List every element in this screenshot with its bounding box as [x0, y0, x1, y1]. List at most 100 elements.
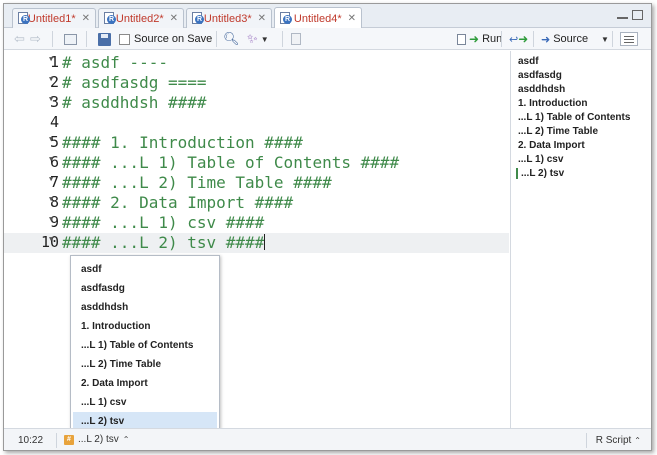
find-replace-button[interactable]: 🔍︎ [223, 31, 240, 47]
forward-button[interactable]: ⇨ [30, 31, 41, 47]
toolbar-divider [86, 31, 87, 47]
status-bar: 10:22 # ...L 2) tsv ⌃ R Script ⌃ [4, 428, 651, 450]
popup-item[interactable]: asdfasdg [73, 279, 217, 298]
source-button[interactable]: ➜ Source [540, 31, 589, 47]
tab-label: Untitled1* [27, 12, 76, 25]
outline-item[interactable]: ...L 2) Time Table [518, 126, 598, 137]
fold-toggle-icon[interactable]: ▼ [49, 75, 53, 83]
close-icon[interactable]: ✕ [82, 13, 90, 24]
outline-item[interactable]: asdf [518, 56, 539, 67]
status-divider [586, 433, 587, 448]
source-on-save-label: Source on Save [134, 33, 213, 45]
document-outline-button[interactable] [620, 31, 638, 47]
chevron-down-icon: ▼ [260, 34, 269, 44]
tab-untitled4[interactable]: R Untitled4* ✕ [274, 7, 362, 29]
popup-item[interactable]: ...L 2) Time Table [73, 355, 217, 374]
chevron-down-icon: ▼ [601, 34, 609, 44]
fold-toggle-icon[interactable]: ▼ [49, 175, 53, 183]
code-text: #### ...L 2) Time Table #### [62, 173, 332, 192]
source-on-save-checkbox[interactable] [119, 33, 130, 45]
run-arrow-icon: ➜ [469, 32, 480, 46]
toolbar-divider [533, 31, 534, 47]
code-tools-button[interactable]: ✨︎ ▼ [247, 31, 269, 47]
code-text: #### 1. Introduction #### [62, 133, 303, 152]
outline-item[interactable]: asdfasdg [518, 70, 562, 81]
fold-toggle-icon[interactable]: ▼ [49, 235, 53, 243]
source-label: Source [553, 33, 589, 45]
outline-item[interactable]: ...L 1) Table of Contents [518, 112, 630, 123]
search-icon: 🔍︎ [223, 31, 240, 46]
close-icon[interactable]: ✕ [258, 13, 266, 24]
outline-item[interactable]: ...L 1) csv [518, 154, 563, 165]
scope-label: ...L 2) tsv [78, 434, 119, 445]
r-script-icon: R [280, 12, 292, 25]
code-line-current[interactable]: 10 ▼ #### ...L 2) tsv #### [4, 233, 509, 253]
close-icon[interactable]: ✕ [348, 13, 356, 24]
code-line[interactable]: 9 ▼ #### ...L 1) csv #### [4, 213, 509, 233]
scope-navigator[interactable]: # ...L 2) tsv ⌃ [64, 434, 129, 445]
code-line[interactable]: 3 ▼ # asddhdsh #### [4, 93, 509, 113]
fold-toggle-icon[interactable]: ▼ [49, 135, 53, 143]
minimize-icon[interactable] [617, 10, 628, 19]
popup-item[interactable]: ...L 1) csv [73, 393, 217, 412]
save-icon [98, 32, 111, 46]
back-button[interactable]: ⇦ [14, 31, 25, 47]
magic-wand-icon: ✨︎ [247, 31, 258, 46]
outline-item[interactable]: 2. Data Import [518, 140, 585, 151]
save-button[interactable] [98, 31, 111, 47]
close-icon[interactable]: ✕ [170, 13, 178, 24]
document-outline-panel: asdf asdfasdg asddhdsh 1. Introduction .… [510, 51, 651, 428]
r-script-icon: R [104, 12, 116, 25]
run-button[interactable]: ➜ Run [456, 31, 503, 47]
tab-label: Untitled3* [203, 12, 252, 25]
cursor-position: 10:22 [18, 435, 44, 446]
popup-item[interactable]: ...L 1) Table of Contents [73, 336, 217, 355]
code-text: #### 2. Data Import #### [62, 193, 294, 212]
run-arrow-icon: ➜ [518, 32, 529, 46]
popup-item[interactable]: 2. Data Import [73, 374, 217, 393]
code-line[interactable]: 1 ▼ # asdf ---- [4, 53, 509, 73]
rerun-button[interactable]: ↩ ➜ [509, 31, 528, 47]
section-icon: # [64, 434, 74, 445]
fold-toggle-icon[interactable]: ▼ [49, 215, 53, 223]
code-line[interactable]: 7 ▼ #### ...L 2) Time Table #### [4, 173, 509, 193]
show-in-window-button[interactable] [64, 31, 77, 47]
fold-toggle-icon[interactable]: ▼ [49, 95, 53, 103]
file-type-selector[interactable]: R Script ⌃ [596, 435, 641, 446]
fold-toggle-icon[interactable]: ▼ [49, 155, 53, 163]
compile-report-button[interactable] [291, 31, 301, 47]
popup-item[interactable]: asddhdsh [73, 298, 217, 317]
tab-untitled2[interactable]: R Untitled2* ✕ [98, 8, 184, 28]
document-icon [457, 33, 466, 45]
status-divider [56, 433, 57, 448]
source-arrow-icon: ➜ [541, 33, 551, 46]
editor-toolbar: ⇦ ⇨ Source on Save 🔍︎ ✨︎ ▼ ➜ Run ↩ ➜ ➜ S… [4, 28, 651, 50]
popup-item[interactable]: 1. Introduction [73, 317, 217, 336]
maximize-icon[interactable] [632, 10, 643, 20]
rerun-icon: ↩ [509, 33, 519, 46]
tab-untitled3[interactable]: R Untitled3* ✕ [186, 8, 272, 28]
outline-item[interactable]: 1. Introduction [518, 98, 587, 109]
fold-toggle-icon[interactable]: ▼ [49, 55, 53, 63]
code-line[interactable]: 8 ▼ #### 2. Data Import #### [4, 193, 509, 213]
text-cursor [264, 234, 266, 250]
code-text-current: #### ...L 2) tsv #### [62, 233, 266, 252]
code-text: #### ...L 2) tsv #### [62, 233, 265, 252]
code-line[interactable]: 5 ▼ #### 1. Introduction #### [4, 133, 509, 153]
source-options-dropdown[interactable]: ▼ [601, 31, 609, 47]
toolbar-divider [501, 31, 502, 47]
outline-item-current[interactable]: ...L 2) tsv [516, 168, 564, 179]
code-text: #### ...L 1) Table of Contents #### [62, 153, 400, 172]
outline-item[interactable]: asddhdsh [518, 84, 565, 95]
code-line[interactable]: 4 [4, 113, 509, 133]
editor-tab-bar: R Untitled1* ✕ R Untitled2* ✕ R Untitled… [4, 4, 651, 29]
code-line[interactable]: 2 ▼ # asdfasdg ==== [4, 73, 509, 93]
arrow-left-icon: ⇦ [14, 31, 25, 46]
tab-untitled1[interactable]: R Untitled1* ✕ [12, 8, 96, 28]
fold-toggle-icon[interactable]: ▼ [49, 195, 53, 203]
arrow-right-icon: ⇨ [30, 31, 41, 46]
source-on-save-toggle[interactable]: Source on Save [119, 31, 212, 47]
code-line[interactable]: 6 ▼ #### ...L 1) Table of Contents #### [4, 153, 509, 173]
code-text: # asddhdsh #### [62, 93, 207, 112]
popup-item[interactable]: asdf [73, 260, 217, 279]
